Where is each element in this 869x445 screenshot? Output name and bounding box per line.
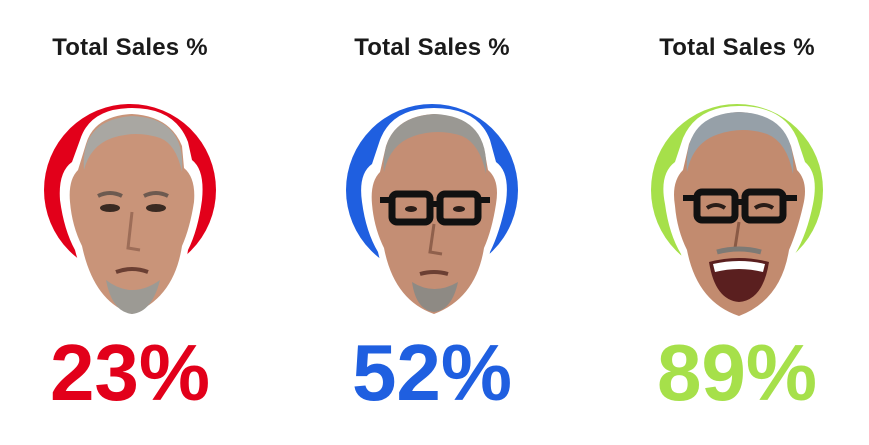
face-photo-icon (59, 108, 203, 322)
face-photo-icon (663, 106, 815, 324)
face-photo-icon (361, 108, 507, 322)
card-title: Total Sales % (659, 34, 815, 61)
gauge-face-graphic (346, 104, 518, 322)
percent-value: 23% (49, 328, 211, 417)
sales-card-3: Total Sales % 89% (607, 0, 867, 445)
card-title: Total Sales % (354, 34, 510, 61)
gauge-face-graphic (651, 104, 823, 324)
percent-value: 52% (351, 328, 513, 417)
percent-value: 89% (656, 328, 818, 417)
gauge-face-graphic (44, 104, 216, 322)
sales-card-1: Total Sales % 23% (0, 0, 260, 445)
sales-card-2: Total Sales % 52% (302, 0, 562, 445)
card-title: Total Sales % (52, 34, 208, 61)
